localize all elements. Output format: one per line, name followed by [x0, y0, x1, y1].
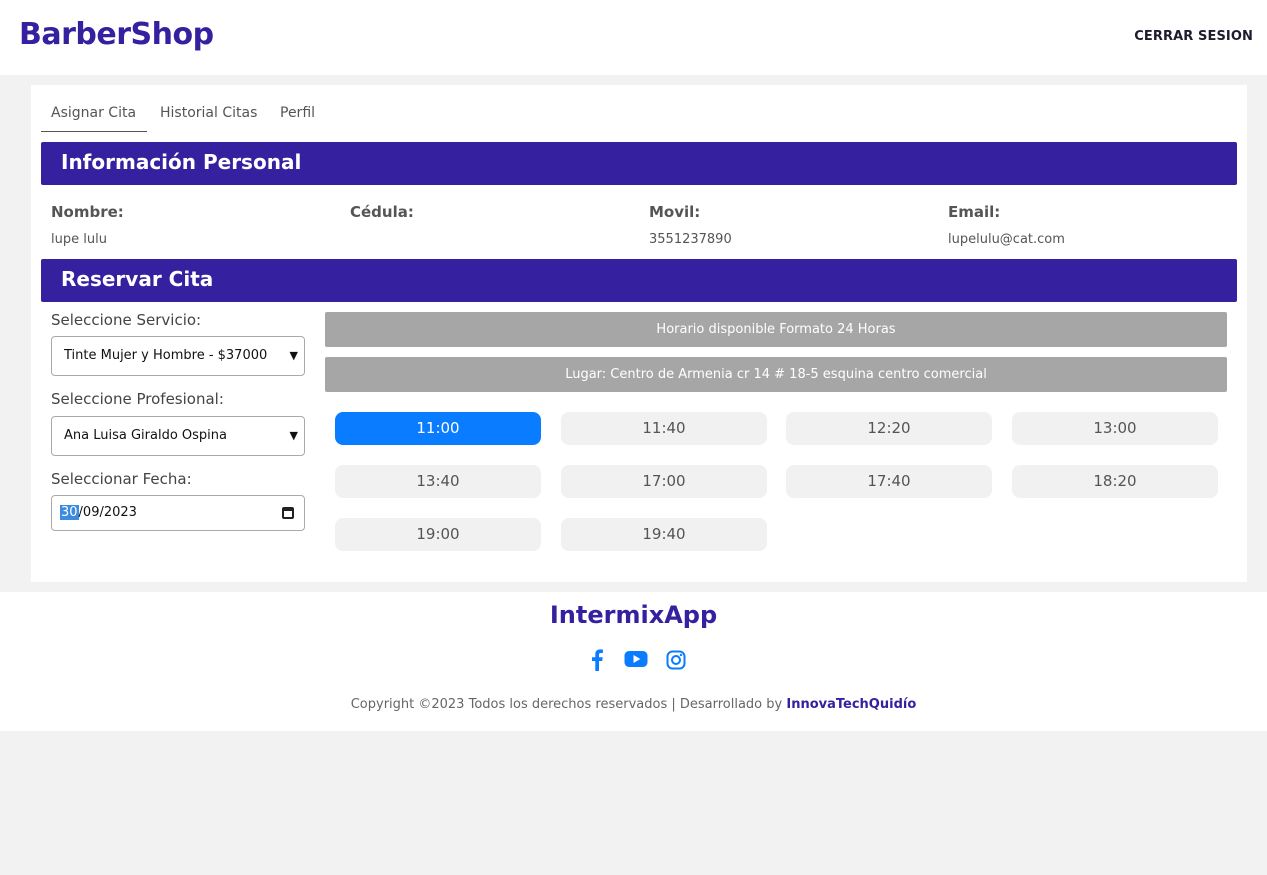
section-title: Información Personal	[61, 150, 302, 174]
time-slot-button[interactable]: 11:40	[561, 412, 767, 445]
top-navbar: BarberShop CERRAR SESION	[0, 0, 1267, 75]
tab-historial-citas[interactable]: Historial Citas	[160, 100, 257, 132]
logout-link[interactable]: CERRAR SESION	[1134, 29, 1253, 44]
developer-link[interactable]: InnovaTechQuidío	[786, 697, 916, 712]
copyright-text: Copyright ©2023 Todos los derechos reser…	[350, 697, 787, 712]
time-slot-button[interactable]: 13:40	[335, 465, 541, 498]
section-title: Reservar Cita	[61, 267, 214, 291]
instagram-icon[interactable]	[666, 650, 686, 674]
main-card: Asignar Cita Historial Citas Perfil Info…	[31, 85, 1247, 582]
date-rest-segment[interactable]: /09/2023	[79, 505, 137, 520]
info-label: Cédula:	[350, 203, 414, 221]
date-day-segment[interactable]: 30	[60, 505, 79, 520]
youtube-icon[interactable]	[624, 650, 648, 672]
info-cedula: Cédula:	[350, 203, 640, 248]
chevron-down-icon: ▼	[289, 429, 298, 442]
chevron-down-icon: ▼	[289, 349, 298, 362]
tab-asignar-cita[interactable]: Asignar Cita	[41, 100, 147, 132]
info-movil: Movil: 3551237890	[649, 203, 939, 248]
tab-perfil[interactable]: Perfil	[280, 100, 315, 132]
service-select[interactable]: Tinte Mujer y Hombre - $37000 ▼	[51, 336, 305, 376]
footer: IntermixApp Copyright ©2023 Todos los de…	[0, 592, 1267, 731]
time-slot-button[interactable]: 11:00	[335, 412, 541, 445]
professional-select-value: Ana Luisa Giraldo Ospina	[64, 428, 227, 443]
facebook-icon[interactable]	[590, 649, 604, 675]
professional-label: Seleccione Profesional:	[51, 390, 224, 408]
info-email: Email: lupelulu@cat.com	[948, 203, 1238, 248]
time-slot-button[interactable]: 18:20	[1012, 465, 1218, 498]
footer-brand: IntermixApp	[549, 601, 718, 629]
section-header-reserve: Reservar Cita	[41, 259, 1237, 302]
info-value: 3551237890	[649, 232, 732, 247]
info-value	[350, 232, 640, 248]
info-nombre: Nombre: lupe lulu	[51, 203, 341, 248]
time-slot-button[interactable]: 19:40	[561, 518, 767, 551]
brand-logo[interactable]: BarberShop	[19, 17, 214, 52]
time-slot-button[interactable]: 13:00	[1012, 412, 1218, 445]
date-input[interactable]: 30/09/2023	[51, 495, 305, 531]
copyright: Copyright ©2023 Todos los derechos reser…	[0, 697, 1267, 712]
date-label: Seleccionar Fecha:	[51, 470, 192, 488]
time-slot-button[interactable]: 17:40	[786, 465, 992, 498]
professional-select[interactable]: Ana Luisa Giraldo Ospina ▼	[51, 416, 305, 456]
time-slot-button[interactable]: 19:00	[335, 518, 541, 551]
location-note: Lugar: Centro de Armenia cr 14 # 18-5 es…	[325, 357, 1227, 392]
info-value: lupelulu@cat.com	[948, 232, 1065, 247]
info-label: Nombre:	[51, 203, 124, 221]
schedule-note: Horario disponible Formato 24 Horas	[325, 312, 1227, 347]
service-label: Seleccione Servicio:	[51, 311, 202, 329]
section-header-personal: Información Personal	[41, 142, 1237, 185]
service-select-value: Tinte Mujer y Hombre - $37000	[64, 348, 268, 363]
calendar-icon[interactable]	[282, 507, 294, 519]
info-value: lupe lulu	[51, 232, 107, 247]
time-slot-button[interactable]: 12:20	[786, 412, 992, 445]
info-label: Email:	[948, 203, 1001, 221]
time-slot-button[interactable]: 17:00	[561, 465, 767, 498]
info-label: Movil:	[649, 203, 701, 221]
